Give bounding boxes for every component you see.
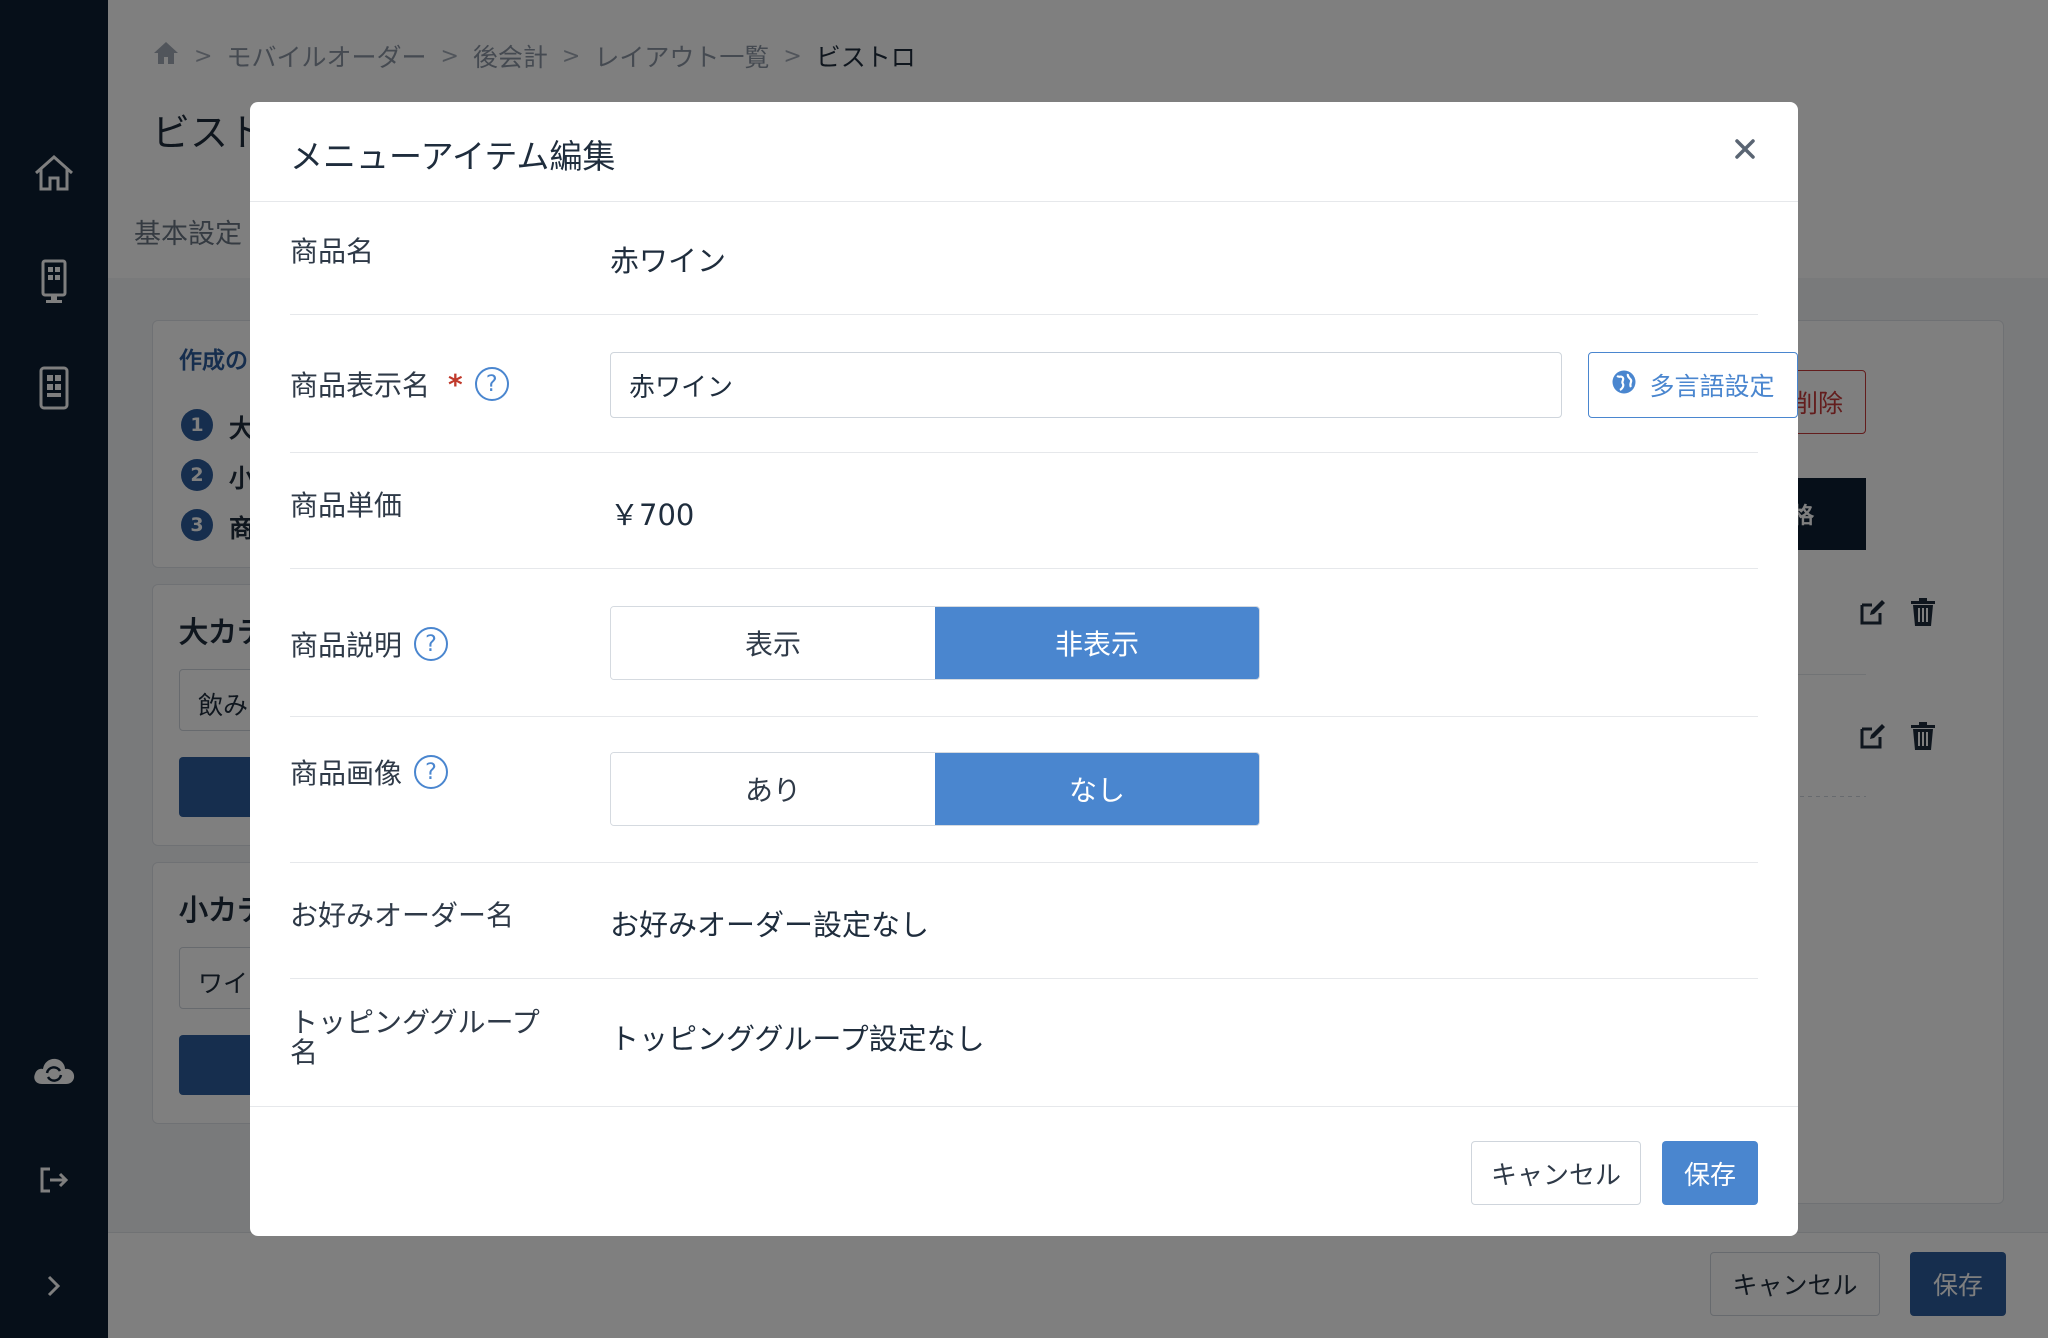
image-label-text: 商品画像: [290, 757, 403, 790]
multilanguage-button-label: 多言語設定: [1649, 372, 1775, 401]
modal-cancel-button[interactable]: キャンセル: [1471, 1141, 1641, 1205]
image-label: 商品画像 ?: [290, 752, 449, 792]
topping-group-row: トッピンググループ名 トッピンググループ設定なし: [290, 1008, 1758, 1088]
description-label-text: 商品説明: [290, 629, 403, 662]
unit-price-label: 商品単価: [290, 484, 402, 524]
row-divider: [290, 314, 1758, 315]
row-divider: [290, 978, 1758, 979]
display-name-label: 商品表示名 * ?: [290, 364, 509, 404]
display-name-label-text: 商品表示名: [290, 369, 431, 402]
description-toggle: 表示 非表示: [610, 606, 1260, 680]
product-name-label-text: 商品名: [290, 235, 375, 268]
required-mark: *: [448, 367, 463, 401]
topping-group-label: トッピンググループ名: [290, 1008, 540, 1068]
display-name-input[interactable]: [610, 352, 1562, 418]
close-icon[interactable]: [1728, 132, 1762, 166]
topping-group-label-text: トッピンググループ名: [290, 1006, 540, 1069]
product-name-row: 商品名 赤ワイン: [290, 230, 1758, 310]
row-divider: [290, 716, 1758, 717]
row-divider: [290, 568, 1758, 569]
modal-title: メニューアイテム編集: [290, 137, 616, 176]
product-name-value: 赤ワイン: [610, 244, 727, 278]
description-row: 商品説明 ? 表示 非表示: [290, 606, 1758, 680]
unit-price-value: ￥700: [610, 498, 695, 532]
description-label: 商品説明 ?: [290, 624, 449, 664]
description-hide-option[interactable]: 非表示: [935, 607, 1259, 679]
image-no-option[interactable]: なし: [935, 753, 1259, 825]
row-divider: [290, 452, 1758, 453]
modal-header: メニューアイテム編集: [250, 102, 1798, 202]
preference-order-label: お好みオーダー名: [290, 894, 514, 934]
help-icon[interactable]: ?: [414, 627, 449, 661]
unit-price-row: 商品単価 ￥700: [290, 484, 1758, 564]
unit-price-label-text: 商品単価: [290, 489, 403, 522]
help-icon[interactable]: ?: [474, 367, 509, 401]
row-divider: [290, 862, 1758, 863]
modal-save-button[interactable]: 保存: [1662, 1141, 1758, 1205]
help-icon[interactable]: ?: [414, 755, 449, 789]
display-name-row: 商品表示名 * ? 多言語設定: [290, 352, 1798, 418]
product-name-label: 商品名: [290, 230, 374, 270]
description-show-option[interactable]: 表示: [611, 607, 935, 679]
image-toggle: あり なし: [610, 752, 1260, 826]
globe-icon: [1611, 369, 1637, 401]
image-yes-option[interactable]: あり: [611, 753, 935, 825]
preference-order-row: お好みオーダー名 お好みオーダー設定なし: [290, 894, 1758, 974]
topping-group-value: トッピンググループ設定なし: [610, 1022, 985, 1056]
menu-item-edit-modal: メニューアイテム編集 商品名 赤ワイン 商品表示名 * ? 多言語設定 商品単価: [250, 102, 1798, 1236]
preference-order-value: お好みオーダー設定なし: [610, 908, 930, 942]
multilanguage-button[interactable]: 多言語設定: [1588, 352, 1798, 418]
preference-order-label-text: お好みオーダー名: [290, 899, 515, 932]
image-row: 商品画像 ? あり なし: [290, 752, 1758, 826]
modal-footer: キャンセル 保存: [250, 1106, 1798, 1236]
